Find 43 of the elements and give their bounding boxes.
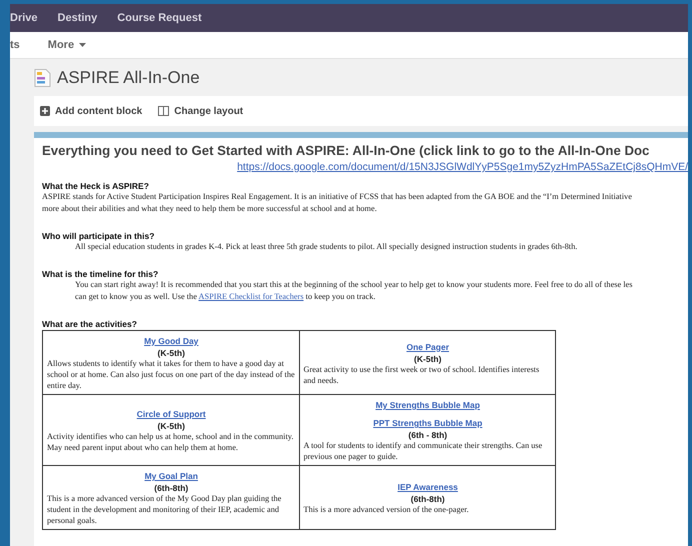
activity-link[interactable]: My Good Day <box>47 336 296 346</box>
content-heading: Everything you need to Get Started with ASPIRE: All-In-One (click link to go to the All-In-One Doc <box>42 143 650 158</box>
grade-range: (K-5th) <box>156 421 186 431</box>
toolbar-button[interactable]: Add content block <box>40 106 142 116</box>
document-link[interactable]: https://docs.google.com/document/d/15N3JSGlWdlYyP5Sge1my5ZyzHmPA5SaZEtCj8sQHmVE/ <box>237 161 688 173</box>
section-heading: What is the timeline for this? <box>42 269 160 279</box>
paragraph-line: ASPIRE stands for Active Student Participation Inspires Real Engagement. It is an initiative of FCSS that has been adapted from the GA BOE and the “I’m Determined Initiative <box>42 191 633 203</box>
activity-description: A tool for students to identify and communicate their strengths. Can use previous one pager to guide. <box>304 440 544 462</box>
nav-link[interactable]: Course Request <box>117 12 202 24</box>
checklist-link[interactable]: ASPIRE Checklist for Teachers <box>198 292 304 301</box>
toolbar-button[interactable]: Change layout <box>158 106 244 116</box>
page-title: ASPIRE All-In-One <box>57 68 200 88</box>
activity-link[interactable]: My Strengths Bubble Map <box>304 400 552 410</box>
activity-description: Allows students to identify what it takes for them to have a good day at school or at home. Can also just focus on one part of the day instead of the entire day. <box>47 358 296 391</box>
nav-link[interactable]: Drive <box>10 12 38 24</box>
grade-range: (6th - 8th) <box>407 430 448 440</box>
grade-range: (6th-8th) <box>153 483 190 493</box>
paragraph-line: more about their abilities and what they need to help them be more successful at school and at home. <box>42 203 378 215</box>
nav-link[interactable]: Destiny <box>58 12 98 24</box>
paragraph-line: You can start right away! It is recommended that you start this at the beginning of the school year to help get to know your students more. Feel free to do all of these les <box>74 279 634 291</box>
activity-description: This is a more advanced version of the My Good Day plan guiding the student in the development and monitoring of their IEP, academic and personal goals. <box>47 493 282 526</box>
paragraph-line: can get to know you as well. Use the ASPIRE Checklist for Teachers to keep you on track. <box>74 291 376 303</box>
activity-link[interactable]: My Goal Plan <box>47 471 296 481</box>
columns-icon <box>158 106 170 116</box>
section-heading: What are the activities? <box>42 319 138 329</box>
activity-description: Activity identifies who can help us at home, school and in the community. May need parent input about who can help them at home. <box>47 431 294 453</box>
grade-range: (K-5th) <box>156 348 186 358</box>
grade-range: (6th-8th) <box>410 494 446 504</box>
page-icon <box>34 68 51 86</box>
add-icon <box>40 106 50 116</box>
section-heading: What the Heck is ASPIRE? <box>42 181 150 191</box>
activity-description: Great activity to use the first week or two of school. Identifies interests and needs. <box>304 364 540 386</box>
paragraph-line: All special education students in grades K-4. Pick at least three 5th grade students to pilot. All specially designed instruction students in grades 6th-8th. <box>74 241 578 253</box>
nav-tab[interactable]: ts <box>10 39 20 51</box>
activity-link[interactable]: PPT Strengths Bubble Map <box>304 418 552 428</box>
grade-range: (K-5th) <box>413 354 442 364</box>
activity-link[interactable]: One Pager <box>304 342 552 352</box>
section-heading: Who will participate in this? <box>42 231 156 241</box>
caret-icon <box>79 43 86 47</box>
activity-link[interactable]: Circle of Support <box>47 409 296 419</box>
nav-tab[interactable]: More <box>48 39 86 51</box>
activity-link[interactable]: IEP Awareness <box>304 482 552 492</box>
activity-description: This is a more advanced version of the one-pager. <box>304 504 470 515</box>
